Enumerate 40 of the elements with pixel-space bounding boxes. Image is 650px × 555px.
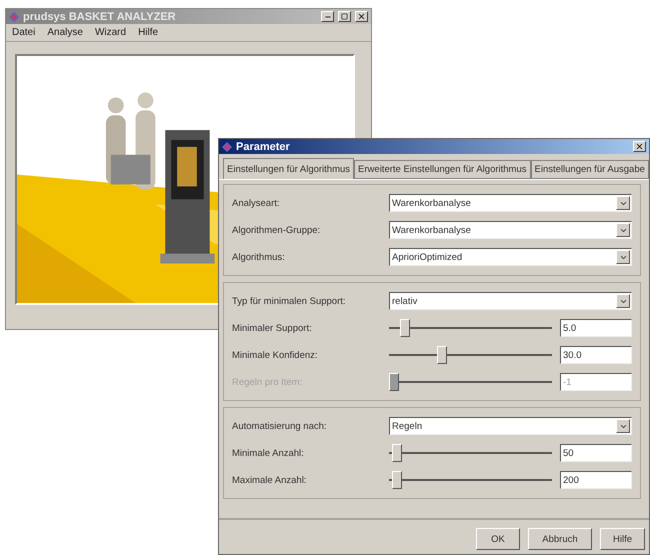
diamond-logo-icon: [222, 142, 232, 152]
dropdown[interactable]: Regeln: [389, 417, 632, 435]
slider-thumb[interactable]: [400, 319, 410, 337]
dropdown[interactable]: Warenkorbanalyse: [389, 221, 632, 239]
field-label: Typ für minimalen Support:: [232, 296, 347, 306]
dialog-button[interactable]: OK: [476, 528, 520, 550]
field-label: Minimale Konfidenz:: [232, 350, 319, 360]
slider-thumb[interactable]: [392, 444, 402, 462]
minimize-icon[interactable]: [321, 11, 334, 22]
slider-thumb[interactable]: [392, 471, 402, 489]
maximize-icon[interactable]: [338, 11, 351, 22]
dropdown[interactable]: AprioriOptimized: [389, 248, 632, 266]
dialog-title: Parameter: [236, 140, 291, 152]
menu-item[interactable]: Datei: [12, 27, 36, 38]
value-field[interactable]: 30.0: [560, 346, 632, 364]
field-label: Minimale Anzahl:: [232, 448, 305, 458]
dropdown[interactable]: Warenkorbanalyse: [389, 194, 632, 212]
value-field[interactable]: 50: [560, 444, 632, 462]
field-label: Automatisierung nach:: [232, 420, 328, 432]
tab[interactable]: Erweiterte Einstellungen für Algorithmus: [354, 160, 530, 179]
menu-item[interactable]: Wizard: [94, 27, 126, 38]
tab[interactable]: Einstellungen für Algorithmus: [223, 158, 354, 179]
value-field[interactable]: 200: [560, 471, 632, 489]
value-field[interactable]: 5.0: [560, 319, 632, 337]
window-title: prudsys BASKET ANALYZER: [23, 10, 177, 22]
field-label: Algorithmus:: [232, 252, 286, 262]
dropdown[interactable]: relativ: [389, 292, 632, 310]
dialog-button[interactable]: Hilfe: [600, 528, 645, 550]
close-icon[interactable]: [633, 141, 646, 152]
menu-item[interactable]: Hilfe: [138, 27, 158, 38]
close-icon[interactable]: [355, 11, 368, 22]
field-label: Analyseart:: [232, 198, 281, 208]
dialog-button[interactable]: Abbruch: [528, 528, 592, 550]
field-label: Maximale Anzahl:: [232, 474, 308, 486]
slider-thumb[interactable]: [436, 346, 447, 364]
field-label: Minimaler Support:: [232, 322, 313, 334]
tab[interactable]: Einstellungen für Ausgabe: [530, 160, 649, 179]
diamond-logo-icon: [9, 12, 19, 22]
menu-item[interactable]: Analyse: [47, 27, 83, 38]
field-label: Algorithmen-Gruppe:: [232, 224, 322, 236]
